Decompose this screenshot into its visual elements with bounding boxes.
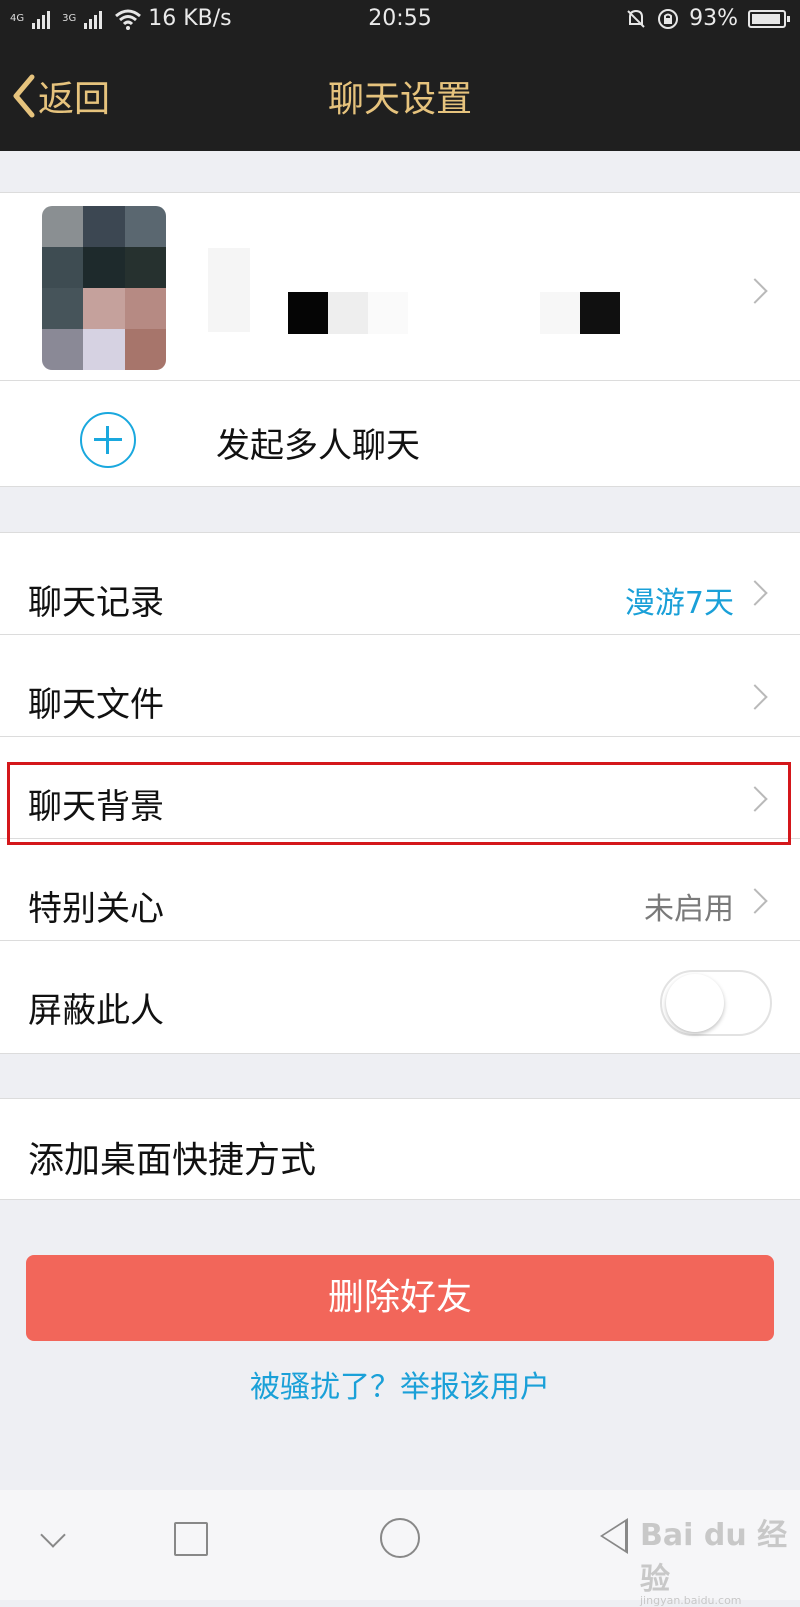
redacted-name-block	[328, 292, 368, 334]
system-nav-bar: Bai du 经验 jingyan.baidu.com	[0, 1490, 800, 1607]
avatar[interactable]	[42, 206, 166, 370]
settings-item-value: 漫游7天	[624, 586, 734, 621]
divider	[0, 634, 800, 635]
chevron-right-icon	[746, 276, 764, 306]
page-title: 聊天设置	[327, 79, 472, 120]
recents-button[interactable]	[174, 1522, 208, 1556]
report-user-link[interactable]: 被骚扰了？举报该用户	[0, 1362, 800, 1406]
status-right: 93%	[625, 6, 790, 31]
divider	[0, 940, 800, 941]
highlight-frame	[7, 762, 791, 845]
chevron-right-icon	[746, 578, 764, 608]
hide-keyboard-icon[interactable]	[40, 1522, 66, 1548]
mute-bell-icon	[627, 9, 645, 28]
settings-item-label: 聊天记录	[28, 583, 164, 623]
block-user-toggle[interactable]	[660, 970, 772, 1036]
settings-item-label: 聊天文件	[28, 685, 164, 725]
redacted-name-block	[288, 292, 328, 334]
add-shortcut-label: 添加桌面快捷方式	[28, 1140, 317, 1181]
title-bar: 返回 聊天设置	[0, 40, 800, 151]
nickname-blur	[208, 248, 250, 332]
watermark-brand: Bai du 经验	[640, 1518, 788, 1597]
home-button[interactable]	[380, 1518, 420, 1558]
watermark-url: jingyan.baidu.com	[640, 1594, 742, 1607]
battery-fill	[752, 13, 780, 24]
redacted-name-block	[580, 292, 620, 334]
back-nav-button[interactable]	[600, 1518, 628, 1554]
rotation-lock-icon	[658, 8, 679, 29]
watermark: Bai du 经验 jingyan.baidu.com	[640, 1510, 800, 1607]
settings-item-label: 特别关心	[28, 889, 164, 929]
settings-item-label: 屏蔽此人	[28, 991, 164, 1031]
divider	[0, 736, 800, 737]
status-bar: 4G 3G 16 KB/s 20:55 93%	[0, 0, 800, 40]
divider	[0, 1199, 800, 1200]
plus-circle-icon	[80, 412, 136, 468]
divider	[0, 1053, 800, 1054]
battery-icon	[748, 9, 790, 28]
delete-friend-button[interactable]: 删除好友	[26, 1255, 774, 1341]
divider	[0, 486, 800, 487]
start-group-chat-label: 发起多人聊天	[216, 426, 420, 466]
battery-percent: 93%	[689, 6, 738, 31]
redacted-name-block	[368, 292, 408, 334]
chevron-right-icon	[746, 886, 764, 916]
toggle-knob	[666, 974, 724, 1032]
chevron-right-icon	[746, 682, 764, 712]
redacted-name-block	[540, 292, 580, 334]
settings-item-value: 未启用	[644, 892, 734, 927]
